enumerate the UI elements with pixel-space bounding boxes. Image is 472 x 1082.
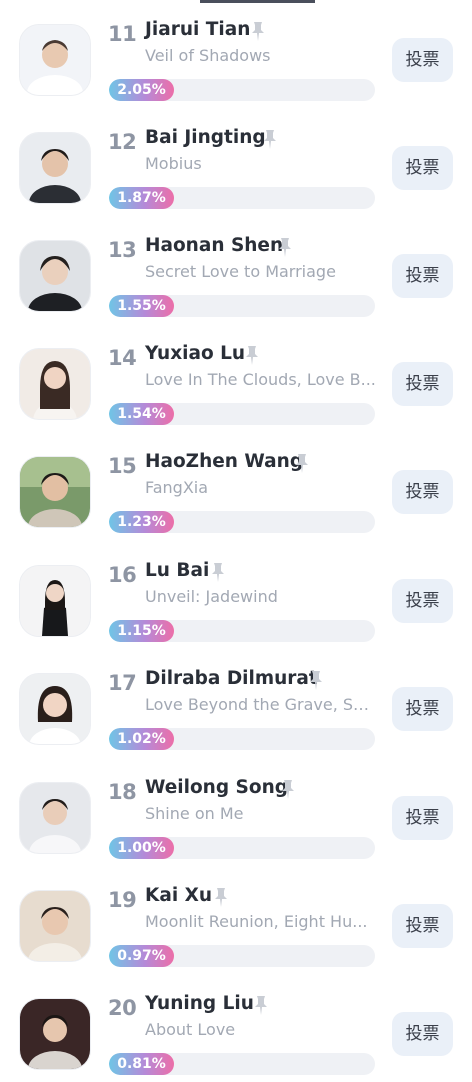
ranking-row[interactable]: 11 Jiarui Tian Veil of Shadows 2.05% 投票	[0, 0, 472, 108]
pin-icon[interactable]	[251, 994, 271, 1016]
pin-icon[interactable]	[208, 561, 228, 583]
works-text: About Love	[145, 1020, 236, 1039]
pin-icon[interactable]	[306, 669, 326, 691]
celebrity-name[interactable]: Dilraba Dilmurat	[145, 668, 318, 689]
celebrity-name[interactable]: Jiarui Tian	[145, 19, 250, 40]
vote-share-percent: 1.15%	[117, 623, 166, 639]
works-text: Secret Love to Marriage	[145, 262, 336, 281]
works-text: Shine on Me	[145, 804, 244, 823]
vote-share-bar: 1.00%	[109, 837, 375, 859]
vote-share-bar: 0.97%	[109, 945, 375, 967]
pin-icon[interactable]	[260, 128, 280, 150]
works-text: FangXia	[145, 478, 209, 497]
rank-number: 15	[108, 454, 137, 478]
vote-share-bar: 1.15%	[109, 620, 375, 642]
vote-button[interactable]: 投票	[392, 1012, 453, 1056]
vote-button[interactable]: 投票	[392, 904, 453, 948]
ranking-row[interactable]: 19 Kai Xu Moonlit Reunion, Eight Hu... 0…	[0, 866, 472, 974]
works-text: Love In The Clouds, Love B...	[145, 370, 376, 389]
works-text: Mobius	[145, 154, 202, 173]
rank-number: 12	[108, 130, 137, 154]
celebrity-name[interactable]: Lu Bai	[145, 560, 209, 581]
ranking-row[interactable]: 12 Bai Jingting Mobius 1.87% 投票	[0, 108, 472, 216]
avatar[interactable]	[19, 890, 91, 962]
celebrity-name[interactable]: HaoZhen Wang	[145, 451, 303, 472]
pin-icon[interactable]	[211, 886, 231, 908]
rank-number: 17	[108, 671, 137, 695]
vote-share-percent: 2.05%	[117, 82, 166, 98]
avatar[interactable]	[19, 456, 91, 528]
vote-button[interactable]: 投票	[392, 687, 453, 731]
works-text: Unveil: Jadewind	[145, 587, 278, 606]
vote-share-bar: 2.05%	[109, 79, 375, 101]
rank-number: 11	[108, 22, 137, 46]
avatar[interactable]	[19, 240, 91, 312]
vote-share-bar: 1.55%	[109, 295, 375, 317]
rank-number: 19	[108, 888, 137, 912]
avatar[interactable]	[19, 673, 91, 745]
ranking-row[interactable]: 15 HaoZhen Wang FangXia 1.23% 投票	[0, 432, 472, 540]
works-text: Veil of Shadows	[145, 46, 271, 65]
avatar[interactable]	[19, 348, 91, 420]
ranking-row[interactable]: 20 Yuning Liu About Love 0.81% 投票	[0, 974, 472, 1082]
vote-share-percent: 0.81%	[117, 1056, 166, 1072]
ranking-row[interactable]: 18 Weilong Song Shine on Me 1.00% 投票	[0, 758, 472, 866]
vote-button[interactable]: 投票	[392, 470, 453, 514]
pin-icon[interactable]	[292, 452, 312, 474]
avatar[interactable]	[19, 565, 91, 637]
vote-share-bar: 0.81%	[109, 1053, 375, 1075]
ranking-row[interactable]: 17 Dilraba Dilmurat Love Beyond the Grav…	[0, 649, 472, 757]
vote-button[interactable]: 投票	[392, 796, 453, 840]
vote-share-percent: 1.23%	[117, 514, 166, 530]
avatar[interactable]	[19, 782, 91, 854]
vote-share-bar: 1.54%	[109, 403, 375, 425]
vote-share-percent: 1.02%	[117, 731, 166, 747]
pin-icon[interactable]	[248, 20, 268, 42]
vote-button[interactable]: 投票	[392, 579, 453, 623]
celebrity-name[interactable]: Bai Jingting	[145, 127, 266, 148]
vote-button[interactable]: 投票	[392, 254, 453, 298]
avatar[interactable]	[19, 132, 91, 204]
works-text: Love Beyond the Grave, Sw...	[145, 695, 377, 714]
pin-icon[interactable]	[278, 778, 298, 800]
vote-share-bar: 1.87%	[109, 187, 375, 209]
celebrity-name[interactable]: Kai Xu	[145, 885, 212, 906]
vote-share-percent: 1.00%	[117, 840, 166, 856]
vote-button[interactable]: 投票	[392, 38, 453, 82]
rank-number: 16	[108, 563, 137, 587]
vote-share-percent: 0.97%	[117, 948, 166, 964]
rank-number: 18	[108, 780, 137, 804]
rank-number: 13	[108, 238, 137, 262]
vote-share-percent: 1.87%	[117, 190, 166, 206]
celebrity-name[interactable]: Haonan Shen	[145, 235, 283, 256]
pin-icon[interactable]	[275, 236, 295, 258]
avatar[interactable]	[19, 24, 91, 96]
vote-share-bar: 1.23%	[109, 511, 375, 533]
ranking-row[interactable]: 13 Haonan Shen Secret Love to Marriage 1…	[0, 216, 472, 324]
rank-number: 14	[108, 346, 137, 370]
avatar[interactable]	[19, 998, 91, 1070]
vote-share-percent: 1.55%	[117, 298, 166, 314]
celebrity-name[interactable]: Yuxiao Lu	[145, 343, 245, 364]
vote-button[interactable]: 投票	[392, 146, 453, 190]
rank-number: 20	[108, 996, 137, 1020]
vote-share-percent: 1.54%	[117, 406, 166, 422]
vote-button[interactable]: 投票	[392, 362, 453, 406]
pin-icon[interactable]	[242, 344, 262, 366]
works-text: Moonlit Reunion, Eight Hu...	[145, 912, 368, 931]
vote-share-bar: 1.02%	[109, 728, 375, 750]
celebrity-name[interactable]: Weilong Song	[145, 777, 288, 798]
ranking-row[interactable]: 14 Yuxiao Lu Love In The Clouds, Love B.…	[0, 324, 472, 432]
celebrity-name[interactable]: Yuning Liu	[145, 993, 254, 1014]
ranking-row[interactable]: 16 Lu Bai Unveil: Jadewind 1.15% 投票	[0, 541, 472, 649]
